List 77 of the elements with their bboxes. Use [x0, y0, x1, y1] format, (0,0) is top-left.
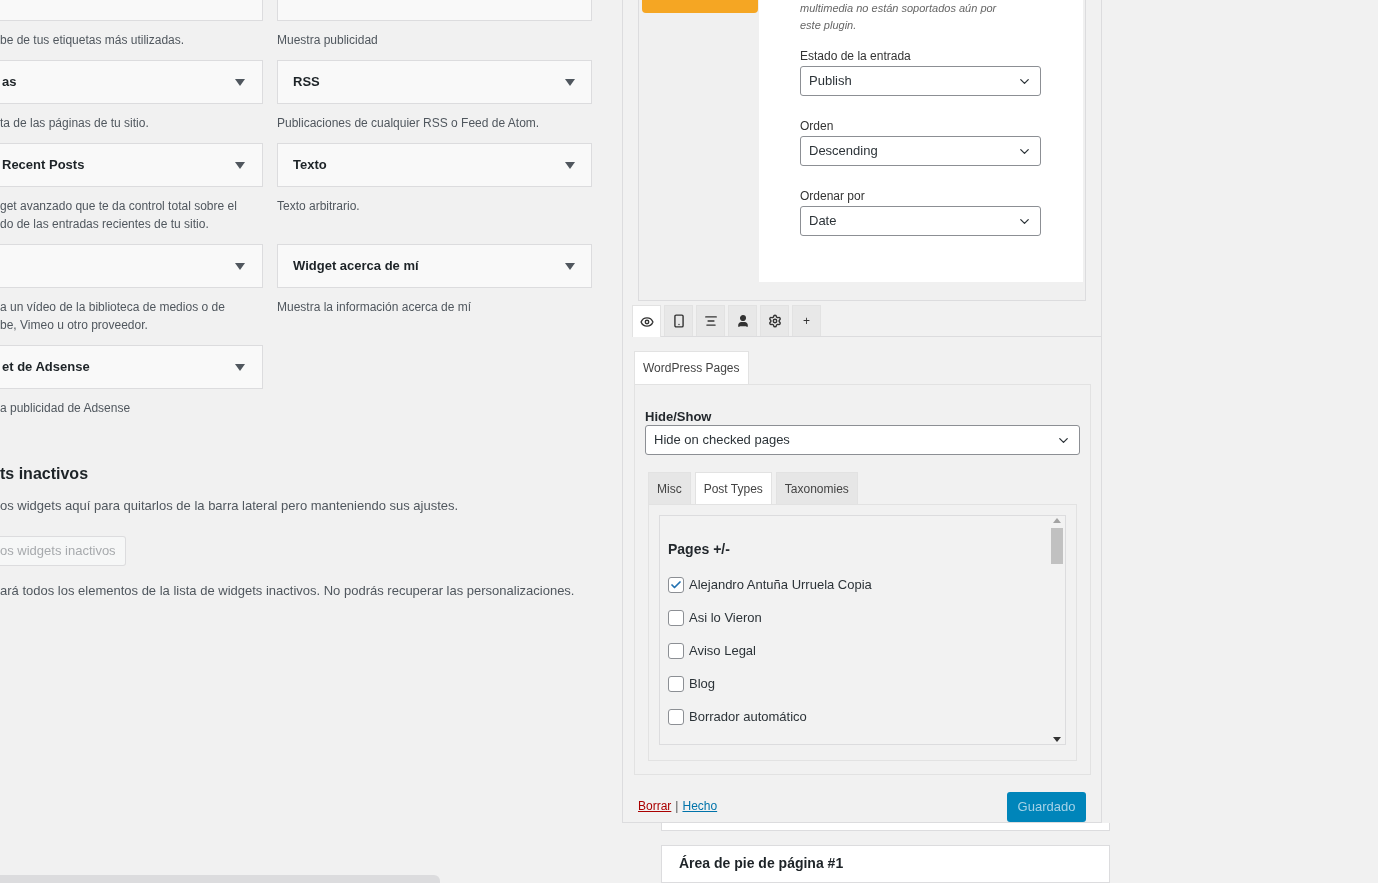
- widget-box[interactable]: et de Adsense: [0, 345, 263, 389]
- field-label: Ordenar por: [800, 188, 866, 204]
- dropdown-arrow-icon[interactable]: [235, 363, 245, 371]
- checkbox-label: Asi lo Vieron: [689, 609, 762, 627]
- clear-note: ará todos los elementos de la lista de widgets inactivos. No podrás recuperar las personalizaciones.: [0, 581, 576, 600]
- icon-tab[interactable]: [760, 305, 789, 336]
- tab[interactable]: Post Types: [694, 472, 772, 504]
- plugin-note: este plugin.: [800, 18, 858, 33]
- widget-description: be, Vimeo u otro proveedor.: [0, 317, 149, 334]
- section-description: os widgets aquí para quitarlos de la barra lateral pero manteniendo sus ajustes.: [0, 497, 460, 515]
- field-label: Estado de la entrada: [800, 48, 912, 64]
- gear-icon: [767, 314, 782, 328]
- dropdown-arrow-icon[interactable]: [565, 161, 575, 169]
- user-icon: [735, 314, 750, 328]
- widget-title: et de Adsense: [2, 358, 90, 377]
- footer-area-title: Área de pie de página #1: [679, 854, 844, 871]
- dropdown-arrow-icon[interactable]: [565, 262, 575, 270]
- select-field[interactable]: Descending: [800, 136, 1041, 166]
- icon-tab[interactable]: [664, 305, 693, 336]
- widget-description: get avanzado que te da control total sobre el: [0, 198, 238, 215]
- select-field[interactable]: Hide on checked pages: [645, 425, 1080, 455]
- eye-icon: [639, 314, 654, 329]
- tab[interactable]: Taxonomies: [775, 472, 858, 504]
- widget-description: a publicidad de Adsense: [0, 400, 132, 417]
- section-heading: ts inactivos: [0, 464, 90, 484]
- plugin-note: multimedia no están soportados aún por: [800, 1, 998, 16]
- widget-box[interactable]: RSS: [277, 60, 592, 104]
- checkbox-label: Aviso Legal: [689, 642, 756, 660]
- checkbox[interactable]: [668, 577, 684, 593]
- checkbox[interactable]: [668, 676, 684, 692]
- dropdown-arrow-icon[interactable]: [235, 78, 245, 86]
- checkbox-label: Borrador automático: [689, 708, 807, 726]
- align-center-icon: [703, 314, 718, 328]
- scroll-thumb[interactable]: [1050, 528, 1063, 564]
- checkbox[interactable]: [668, 643, 684, 659]
- widget-description: ta de las páginas de tu sitio.: [0, 115, 150, 132]
- dropdown-arrow-icon[interactable]: [235, 161, 245, 169]
- widget-title: Widget acerca de mí: [293, 257, 419, 276]
- select-field[interactable]: Publish: [800, 66, 1041, 96]
- delete-link[interactable]: Borrar: [638, 797, 672, 815]
- checkbox[interactable]: [668, 610, 684, 626]
- widget-description: a un vídeo de la biblioteca de medios o de: [0, 299, 226, 316]
- dropdown-arrow-icon[interactable]: [235, 262, 245, 270]
- widget-description: be de tus etiquetas más utilizadas.: [0, 32, 186, 49]
- checkbox[interactable]: [668, 709, 684, 725]
- widget-title: RSS: [293, 73, 320, 92]
- widget-box[interactable]: Widget acerca de mí: [277, 244, 592, 288]
- footer-area-panel[interactable]: Área de pie de página #1: [661, 844, 1110, 883]
- widget-box[interactable]: Recent Posts: [0, 143, 263, 187]
- field-label: Hide/Show: [645, 409, 713, 425]
- scroll-down-arrow-icon[interactable]: [1052, 737, 1061, 742]
- widget-box[interactable]: as: [0, 60, 263, 104]
- tab[interactable]: Misc: [648, 472, 691, 504]
- widget-description: Muestra publicidad: [277, 32, 379, 49]
- widget-description: Publicaciones de cualquier RSS o Feed de Atom.: [277, 115, 541, 132]
- select-field[interactable]: Date: [800, 206, 1041, 236]
- mobile-icon: [671, 314, 686, 328]
- field-label: Orden: [800, 118, 835, 134]
- check-icon: [670, 579, 682, 591]
- section-tab[interactable]: WordPress Pages: [634, 351, 749, 384]
- widget-title: Texto: [293, 156, 327, 175]
- done-link[interactable]: Hecho: [682, 797, 718, 815]
- dropdown-arrow-icon[interactable]: [565, 78, 575, 86]
- icon-tab[interactable]: [728, 305, 757, 336]
- widget-description: do de las entradas recientes de tu sitio.: [0, 216, 210, 233]
- link-separator: |: [675, 798, 679, 815]
- icon-tab[interactable]: [632, 305, 661, 337]
- checkbox-label: Alejandro Antuña Urruela Copia: [689, 576, 872, 594]
- add-tab[interactable]: +: [792, 305, 821, 336]
- widget-description: Texto arbitrario.: [277, 198, 361, 215]
- widget-title: Recent Posts: [2, 156, 85, 175]
- widget-title: as: [2, 73, 17, 92]
- icon-tab[interactable]: [696, 305, 725, 336]
- widget-box[interactable]: Texto: [277, 143, 592, 187]
- list-heading: Pages +/-: [668, 540, 731, 558]
- widget-description: Muestra la información acerca de mí: [277, 299, 473, 316]
- checkbox-label: Blog: [689, 675, 716, 693]
